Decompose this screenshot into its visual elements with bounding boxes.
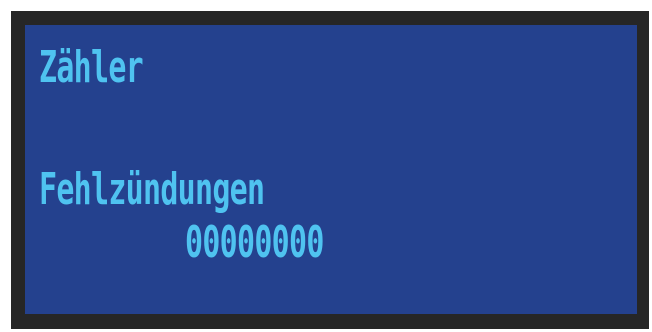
display-bezel: Zähler Fehlzündungen 00000000 [11,11,649,329]
screen-title: Zähler [39,42,144,93]
lcd-screen: Zähler Fehlzündungen 00000000 [25,25,637,314]
misfire-counter-value: 00000000 [185,217,324,268]
misfire-counter-label: Fehlzündungen [39,164,265,215]
